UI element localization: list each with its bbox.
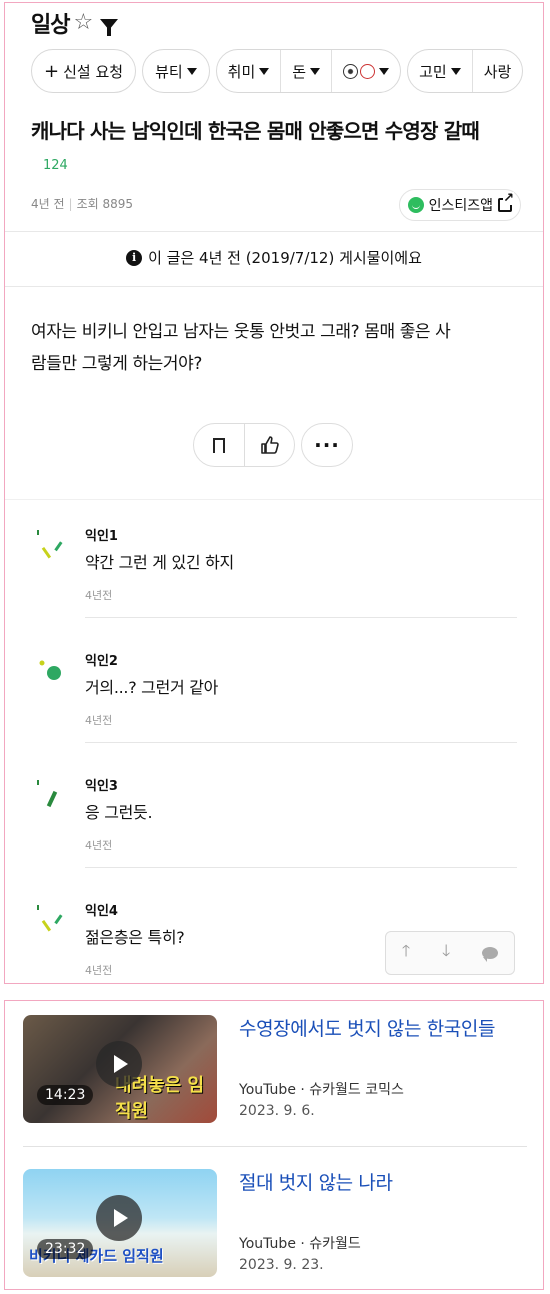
money-chip[interactable]: 돈: [281, 50, 333, 92]
bookmark-button[interactable]: [194, 424, 244, 466]
video-thumbnail[interactable]: 내려놓은 임직원 14:23: [23, 1015, 217, 1123]
divider: [5, 286, 543, 287]
divider: [5, 231, 543, 232]
like-count: 124: [43, 158, 68, 173]
comment-author[interactable]: 익인4: [85, 900, 118, 919]
chevron-down-icon: [310, 67, 321, 75]
comment-text: 젊은층은 특히?: [85, 928, 185, 947]
notice-text: 이 글은 4년 전 (2019/7/12) 게시물이에요: [148, 249, 422, 267]
anon-avatar-icon: [37, 530, 63, 559]
scroll-down-icon[interactable]: 🡓: [442, 940, 450, 967]
post-body: 여자는 비키니 안입고 남자는 웃통 안벗고 그래? 몸매 좋은 사 람들만 그…: [31, 316, 526, 380]
age-notice: i 이 글은 4년 전 (2019/7/12) 게시물이에요: [5, 247, 543, 268]
beauty-chip[interactable]: 뷰티: [142, 49, 210, 93]
bookmark-icon: [213, 437, 225, 457]
chevron-down-icon: [259, 67, 270, 75]
money-chip-label: 돈: [292, 62, 307, 81]
divider: [85, 742, 517, 743]
video-duration: 23:32: [37, 1239, 94, 1259]
board-header: 일상 ☆: [31, 7, 119, 39]
comment-text: 거의...? 그런거 같아: [85, 678, 219, 697]
divider: [23, 1146, 527, 1147]
comment-author[interactable]: 익인3: [85, 775, 118, 794]
divider: [85, 617, 517, 618]
comment-time: 4년전: [85, 964, 113, 977]
gomin-chip-label: 고민: [419, 62, 447, 81]
video-source: YouTube · 슈카월드: [239, 1236, 361, 1252]
video-title-link[interactable]: 수영장에서도 벗지 않는 한국인들: [239, 1015, 529, 1043]
post-meta: 4년 전 | 조회 8895: [31, 197, 134, 211]
hobby-chip[interactable]: 취미: [217, 50, 282, 92]
request-chip-label: 신설 요청: [63, 62, 124, 81]
chevron-down-icon: [450, 67, 461, 75]
floating-nav: 🡑 🡓: [385, 931, 515, 975]
anon-avatar-icon: [37, 780, 58, 808]
category-chips: + 신설 요청 뷰티 취미 돈 고민 사랑: [31, 49, 543, 97]
thumbs-up-icon: [260, 436, 279, 454]
comment-author[interactable]: 익인2: [85, 650, 118, 669]
more-options-button[interactable]: ···: [301, 423, 353, 467]
video-date: 2023. 9. 6.: [239, 1103, 315, 1119]
soccer-ball-icon: [343, 63, 359, 79]
action-group: [193, 423, 295, 467]
like-button[interactable]: [244, 424, 294, 466]
video-source: YouTube · 슈카월드 코믹스: [239, 1082, 404, 1098]
video-title-link[interactable]: 절대 벗지 않는 나라: [239, 1169, 529, 1197]
request-chip-button[interactable]: + 신설 요청: [31, 49, 137, 93]
post-title: 캐나다 사는 남익인데 한국은 몸매 안좋으면 수영장 갈때: [31, 119, 480, 143]
chevron-down-icon: [186, 67, 197, 75]
play-icon[interactable]: [96, 1195, 142, 1241]
play-icon[interactable]: [96, 1041, 142, 1087]
instiz-app-button[interactable]: 인스티즈앱: [398, 189, 521, 221]
post-actions: ···: [193, 423, 353, 467]
comment-time: 4년전: [85, 714, 113, 727]
comment-time: 4년전: [85, 589, 113, 602]
comment-bubble-icon[interactable]: [482, 947, 499, 962]
filter-icon[interactable]: [100, 18, 119, 36]
video-duration: 14:23: [37, 1085, 94, 1105]
chevron-down-icon: [379, 67, 390, 75]
anon-avatar-icon: [39, 660, 61, 680]
post-panel: 일상 ☆ + 신설 요청 뷰티 취미 돈 고민 사랑 캐나다 사는 남익인데 한…: [4, 2, 544, 984]
chip-group-2: 고민 사랑: [407, 49, 524, 93]
gomin-chip[interactable]: 고민: [408, 50, 473, 92]
instiz-app-label: 인스티즈앱: [428, 198, 493, 214]
post-time: 4년 전: [31, 197, 65, 211]
info-icon: i: [126, 249, 143, 266]
divider: [85, 867, 517, 868]
post-body-line: 여자는 비키니 안입고 남자는 웃통 안벗고 그래? 몸매 좋은 사: [31, 322, 451, 342]
comment-item: 익인3 응 그런듯. 4년전: [5, 771, 543, 895]
video-result[interactable]: 내려놓은 임직원 14:23 수영장에서도 벗지 않는 한국인들 YouTube…: [5, 1001, 543, 1141]
external-link-icon: [498, 192, 514, 212]
related-videos-panel: 내려놓은 임직원 14:23 수영장에서도 벗지 않는 한국인들 YouTube…: [4, 1000, 544, 1290]
comment-item: 익인2 거의...? 그런거 같아 4년전: [5, 646, 543, 770]
post-body-line: 람들만 그렇게 하는거야?: [31, 354, 203, 374]
anon-avatar-icon: [37, 905, 63, 932]
chip-group: 취미 돈: [215, 49, 402, 93]
comment-item: 익인1 약간 그런 게 있긴 하지 4년전: [5, 521, 543, 645]
beauty-chip-label: 뷰티: [155, 62, 183, 81]
video-date: 2023. 9. 23.: [239, 1257, 324, 1273]
comment-text: 응 그런듯.: [85, 803, 153, 822]
sports-chip[interactable]: [332, 50, 400, 92]
comment-author[interactable]: 익인1: [85, 525, 118, 544]
board-title[interactable]: 일상: [31, 7, 70, 39]
hobby-chip-label: 취미: [227, 62, 256, 81]
favorite-star-icon[interactable]: ☆: [73, 12, 93, 34]
video-result[interactable]: 비키니 체카드 임직원 23:32 절대 벗지 않는 나라 YouTube · …: [5, 1155, 543, 1289]
comment-time: 4년전: [85, 839, 113, 852]
divider: [5, 499, 543, 500]
plus-icon: +: [44, 60, 60, 82]
love-chip-label: 사랑: [483, 62, 512, 81]
baseball-icon: [360, 63, 376, 79]
view-count: 조회 8895: [76, 197, 134, 211]
scroll-up-icon[interactable]: 🡑: [402, 940, 410, 967]
video-thumbnail[interactable]: 비키니 체카드 임직원 23:32: [23, 1169, 217, 1277]
comment-text: 약간 그런 게 있긴 하지: [85, 553, 234, 572]
love-chip[interactable]: 사랑: [473, 50, 523, 92]
smile-icon: [407, 197, 424, 213]
